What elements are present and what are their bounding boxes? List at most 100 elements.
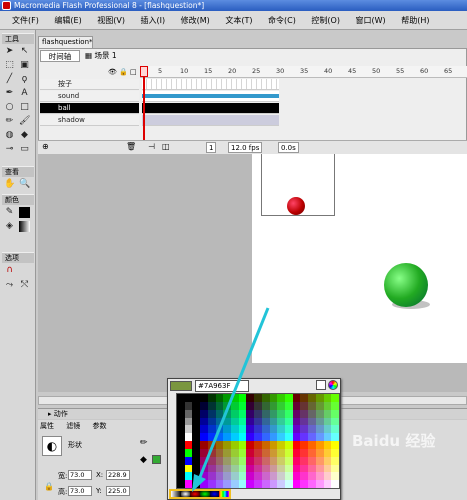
width-field[interactable]: 73.0: [68, 470, 92, 480]
color-swatch[interactable]: [254, 472, 262, 481]
color-swatch[interactable]: [192, 448, 201, 457]
color-swatch[interactable]: [200, 472, 208, 481]
color-swatch[interactable]: [315, 472, 324, 481]
color-swatch[interactable]: [285, 472, 293, 481]
stroke-swatch[interactable]: [19, 207, 30, 218]
color-swatch[interactable]: [292, 401, 301, 410]
color-swatch[interactable]: [184, 480, 193, 488]
subselection-tool-icon[interactable]: ↖: [19, 46, 30, 57]
color-swatch[interactable]: [238, 425, 247, 434]
color-swatch[interactable]: [300, 401, 309, 410]
color-swatch[interactable]: [231, 394, 239, 402]
color-swatch[interactable]: [308, 456, 316, 465]
color-swatch[interactable]: [246, 480, 255, 488]
gradient-swatch[interactable]: [219, 491, 230, 497]
color-swatch[interactable]: [331, 456, 339, 465]
color-swatch[interactable]: [261, 464, 270, 473]
green-ball[interactable]: [384, 263, 428, 307]
color-swatch[interactable]: [184, 425, 193, 434]
ink-bottle-icon[interactable]: ◍: [4, 130, 15, 141]
color-swatch[interactable]: [200, 480, 208, 488]
color-swatch[interactable]: [323, 472, 332, 481]
color-swatch[interactable]: [200, 409, 208, 418]
color-swatch[interactable]: [254, 425, 262, 434]
color-swatch[interactable]: [261, 409, 270, 418]
color-swatch[interactable]: [215, 441, 224, 449]
color-swatch[interactable]: [200, 417, 208, 426]
color-swatch[interactable]: [207, 472, 216, 481]
color-swatch[interactable]: [292, 441, 301, 449]
color-swatch[interactable]: [223, 448, 231, 457]
color-swatch[interactable]: [184, 441, 193, 449]
color-swatch[interactable]: [323, 409, 332, 418]
scene-label[interactable]: ▦ 场景 1: [85, 51, 117, 61]
color-swatch[interactable]: [207, 409, 216, 418]
color-swatch[interactable]: [200, 425, 208, 434]
color-swatch[interactable]: [308, 401, 316, 410]
color-swatch[interactable]: [246, 417, 255, 426]
color-swatch[interactable]: [215, 480, 224, 488]
color-swatch[interactable]: [238, 464, 247, 473]
color-swatch[interactable]: [323, 480, 332, 488]
color-swatch[interactable]: [238, 401, 247, 410]
color-swatch[interactable]: [269, 417, 278, 426]
center-frame-icon[interactable]: ⊣: [148, 142, 155, 151]
color-swatch[interactable]: [207, 448, 216, 457]
color-swatch[interactable]: [192, 480, 201, 488]
menu-commands[interactable]: 命令(C): [268, 11, 296, 30]
color-swatch[interactable]: [215, 401, 224, 410]
menu-help[interactable]: 帮助(H): [401, 11, 429, 30]
free-transform-icon[interactable]: ⬚: [4, 60, 15, 71]
frame-ruler[interactable]: 1 5 10 15 20 25 30 35 40 45 50 55 60 65: [140, 66, 467, 78]
color-swatch[interactable]: [285, 464, 293, 473]
color-swatch[interactable]: [231, 448, 239, 457]
color-swatch[interactable]: [231, 433, 239, 441]
color-swatch[interactable]: [254, 441, 262, 449]
color-swatch[interactable]: [300, 433, 309, 441]
color-swatch[interactable]: [207, 433, 216, 441]
eraser-icon[interactable]: ▭: [19, 144, 30, 155]
color-swatch[interactable]: [177, 401, 185, 410]
color-swatch[interactable]: [246, 448, 255, 457]
menu-view[interactable]: 视图(V): [97, 11, 125, 30]
color-swatch[interactable]: [238, 456, 247, 465]
color-swatch[interactable]: [277, 401, 285, 410]
color-swatch[interactable]: [308, 433, 316, 441]
color-swatch[interactable]: [254, 433, 262, 441]
color-swatch[interactable]: [177, 409, 185, 418]
oval-tool-icon[interactable]: ○: [4, 102, 15, 113]
color-swatch[interactable]: [269, 456, 278, 465]
color-swatch[interactable]: [323, 417, 332, 426]
color-swatch[interactable]: [177, 433, 185, 441]
color-swatch[interactable]: [292, 394, 301, 402]
color-swatch[interactable]: [223, 456, 231, 465]
color-swatch[interactable]: [223, 441, 231, 449]
color-swatch[interactable]: [238, 433, 247, 441]
selection-tool-icon[interactable]: ➤: [4, 46, 15, 57]
color-swatch[interactable]: [200, 464, 208, 473]
color-swatch[interactable]: [207, 401, 216, 410]
color-swatch[interactable]: [215, 472, 224, 481]
color-swatch[interactable]: [246, 401, 255, 410]
color-swatch[interactable]: [323, 456, 332, 465]
color-swatch[interactable]: [192, 433, 201, 441]
color-swatch[interactable]: [285, 441, 293, 449]
menu-edit[interactable]: 编辑(E): [54, 11, 81, 30]
menu-file[interactable]: 文件(F): [12, 11, 39, 30]
color-swatch[interactable]: [315, 425, 324, 434]
gradient-swatch[interactable]: [190, 491, 201, 497]
document-tab[interactable]: flashquestion*: [38, 36, 93, 48]
color-swatch[interactable]: [184, 472, 193, 481]
color-swatch[interactable]: [184, 456, 193, 465]
color-swatch[interactable]: [300, 409, 309, 418]
color-swatch[interactable]: [277, 433, 285, 441]
color-swatch[interactable]: [277, 480, 285, 488]
color-swatch[interactable]: [200, 441, 208, 449]
smooth-icon[interactable]: ⤳: [4, 280, 15, 291]
color-swatch[interactable]: [315, 448, 324, 457]
color-swatch[interactable]: [215, 394, 224, 402]
color-swatch[interactable]: [254, 480, 262, 488]
color-swatch[interactable]: [238, 409, 247, 418]
color-swatch[interactable]: [238, 448, 247, 457]
color-swatch[interactable]: [215, 425, 224, 434]
